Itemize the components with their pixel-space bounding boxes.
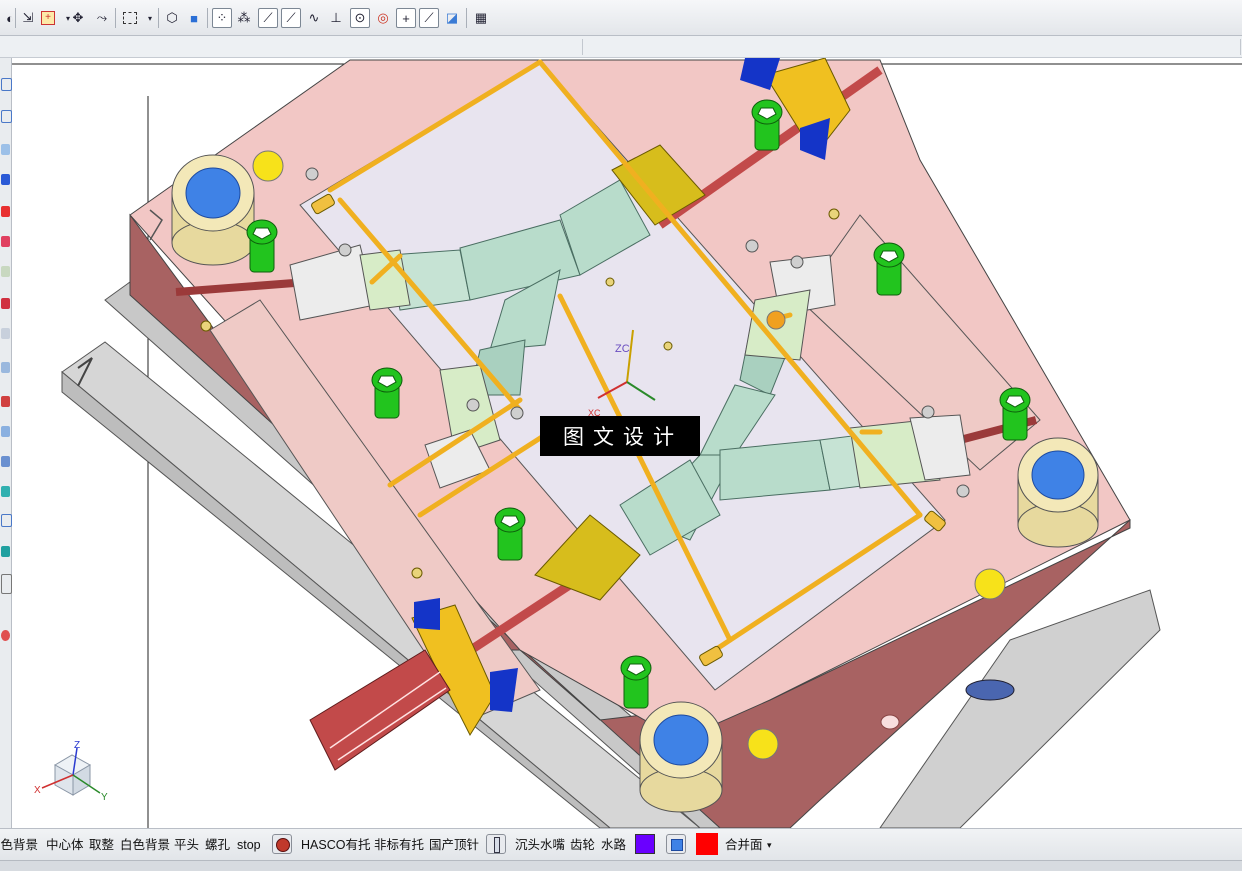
toolbar-separator xyxy=(158,8,159,28)
left-vertical-toolbar xyxy=(0,58,12,828)
rotate-icon[interactable]: ◐ xyxy=(0,8,20,28)
left-tool-icon[interactable] xyxy=(1,514,12,527)
perpendicular-icon[interactable]: ⊥ xyxy=(326,8,346,28)
location-marker xyxy=(252,150,284,182)
location-marker xyxy=(974,568,1006,600)
guide-bushing xyxy=(171,154,255,266)
red-color-swatch-icon[interactable] xyxy=(696,833,718,855)
toolbar-separator xyxy=(207,8,208,28)
left-tool-icon[interactable] xyxy=(1,546,10,557)
left-tool-icon[interactable] xyxy=(1,328,10,339)
shaded-cube-icon[interactable]: ■ xyxy=(184,8,204,28)
cube-view-icon[interactable] xyxy=(666,834,686,854)
round-off-button[interactable]: 取整 xyxy=(89,836,114,854)
chevron-down-icon[interactable]: ▾ xyxy=(767,836,772,854)
snap-grid-icon[interactable]: ⁘ xyxy=(212,8,232,28)
circle-center-icon[interactable]: ⊙ xyxy=(350,8,370,28)
toolbar-separator xyxy=(115,8,116,28)
tangent-line-icon[interactable]: ⟋ xyxy=(419,8,439,28)
left-tool-icon[interactable] xyxy=(1,396,10,407)
toolbar-separator xyxy=(15,8,16,28)
left-tool-icon[interactable] xyxy=(1,362,10,373)
toolbar-separator xyxy=(466,8,467,28)
triad-z-label: Z xyxy=(74,740,80,751)
merge-faces-button[interactable]: 合并面 xyxy=(725,836,763,854)
wireframe-icon[interactable]: ⬡ xyxy=(162,8,182,28)
center-body-button[interactable]: 中心体 xyxy=(46,836,84,854)
left-tool-icon[interactable] xyxy=(1,574,12,594)
left-tool-icon[interactable] xyxy=(1,110,12,123)
guide-bushing xyxy=(1017,437,1099,548)
location-marker xyxy=(747,728,779,760)
quadrant-point-icon[interactable]: ◎ xyxy=(373,8,393,28)
box-select-icon[interactable] xyxy=(120,8,140,28)
location-marker xyxy=(766,310,786,330)
left-tool-icon[interactable] xyxy=(1,630,10,641)
hasco-with-support-button[interactable]: HASCO有托 xyxy=(301,836,370,854)
hydraulic-cylinder xyxy=(309,649,451,771)
plate-hole xyxy=(880,714,900,730)
base-plate-right xyxy=(879,589,1161,828)
secondary-toolbar xyxy=(0,36,1242,58)
left-tool-icon[interactable] xyxy=(1,144,10,155)
chevron-down-icon[interactable]: ▾ xyxy=(140,8,160,28)
left-tool-icon[interactable] xyxy=(1,486,10,497)
purple-color-swatch-icon[interactable] xyxy=(635,834,655,854)
triad-y-label: Y xyxy=(101,792,108,803)
left-tool-icon[interactable] xyxy=(1,78,12,91)
toolbar-segment xyxy=(583,39,1241,55)
edit-point-icon[interactable]: ⤳ xyxy=(92,8,112,28)
pump-fitting xyxy=(965,679,1015,701)
flat-head-button[interactable]: 平头 xyxy=(174,836,199,854)
line-midpoint-icon[interactable]: ⟋ xyxy=(281,8,301,28)
custom-command-toolbar: 黑色背景 中心体 取整 白色背景 平头 螺孔 stop HASCO有托 非标有托… xyxy=(0,828,1242,860)
line-endpoint-icon[interactable]: ⟋ xyxy=(258,8,278,28)
ejector-pin-icon[interactable] xyxy=(486,834,506,854)
white-background-button[interactable]: 白色背景 xyxy=(120,836,170,854)
view-triad[interactable]: Z X Y xyxy=(34,740,108,803)
toolbar-segment xyxy=(0,39,583,55)
screw-hole-button[interactable]: 螺孔 xyxy=(205,836,230,854)
view-cube-icon[interactable]: ◪ xyxy=(442,8,462,28)
non-standard-support-button[interactable]: 非标有托 xyxy=(374,836,424,854)
domestic-ejector-pin-button[interactable]: 国产顶针 xyxy=(429,836,479,854)
black-background-button[interactable]: 黑色背景 xyxy=(0,836,38,854)
curve-point-icon[interactable]: ∿ xyxy=(304,8,324,28)
intersection-icon[interactable]: + xyxy=(396,8,416,28)
watermark-label: 图文设计 xyxy=(540,416,700,456)
grid-table-icon[interactable]: ▦ xyxy=(471,8,491,28)
stop-circle-icon[interactable] xyxy=(272,834,292,854)
status-bar xyxy=(0,860,1242,871)
triad-x-label: X xyxy=(34,785,41,796)
left-tool-icon[interactable] xyxy=(1,266,10,277)
snap-point-icon[interactable]: ⇲ xyxy=(18,8,38,28)
point-dropdown-icon[interactable]: + xyxy=(38,8,58,28)
move-point-icon[interactable]: ✥ xyxy=(68,8,88,28)
left-tool-icon[interactable] xyxy=(1,236,10,247)
gear-button[interactable]: 齿轮 xyxy=(570,836,595,854)
countersunk-water-nozzle-button[interactable]: 沉头水嘴 xyxy=(515,836,565,854)
main-toolbar: ◐ ⇲ + ▾ ✥ ⤳ ▾ ⬡ ■ ⁘ ⁂ ⟋ ⟋ ∿ ⊥ ⊙ ◎ + ⟋ ◪ … xyxy=(0,0,1242,36)
left-tool-icon[interactable] xyxy=(1,298,10,309)
left-tool-icon[interactable] xyxy=(1,174,10,185)
left-tool-icon[interactable] xyxy=(1,456,10,467)
stop-button[interactable]: stop xyxy=(237,836,261,854)
blue-block xyxy=(414,598,440,630)
left-tool-icon[interactable] xyxy=(1,206,10,217)
wcs-zc-label: ZC xyxy=(615,343,630,355)
water-channel-button[interactable]: 水路 xyxy=(601,836,626,854)
guide-bushing xyxy=(639,701,723,813)
left-tool-icon[interactable] xyxy=(1,426,10,437)
snap-node-icon[interactable]: ⁂ xyxy=(234,8,254,28)
